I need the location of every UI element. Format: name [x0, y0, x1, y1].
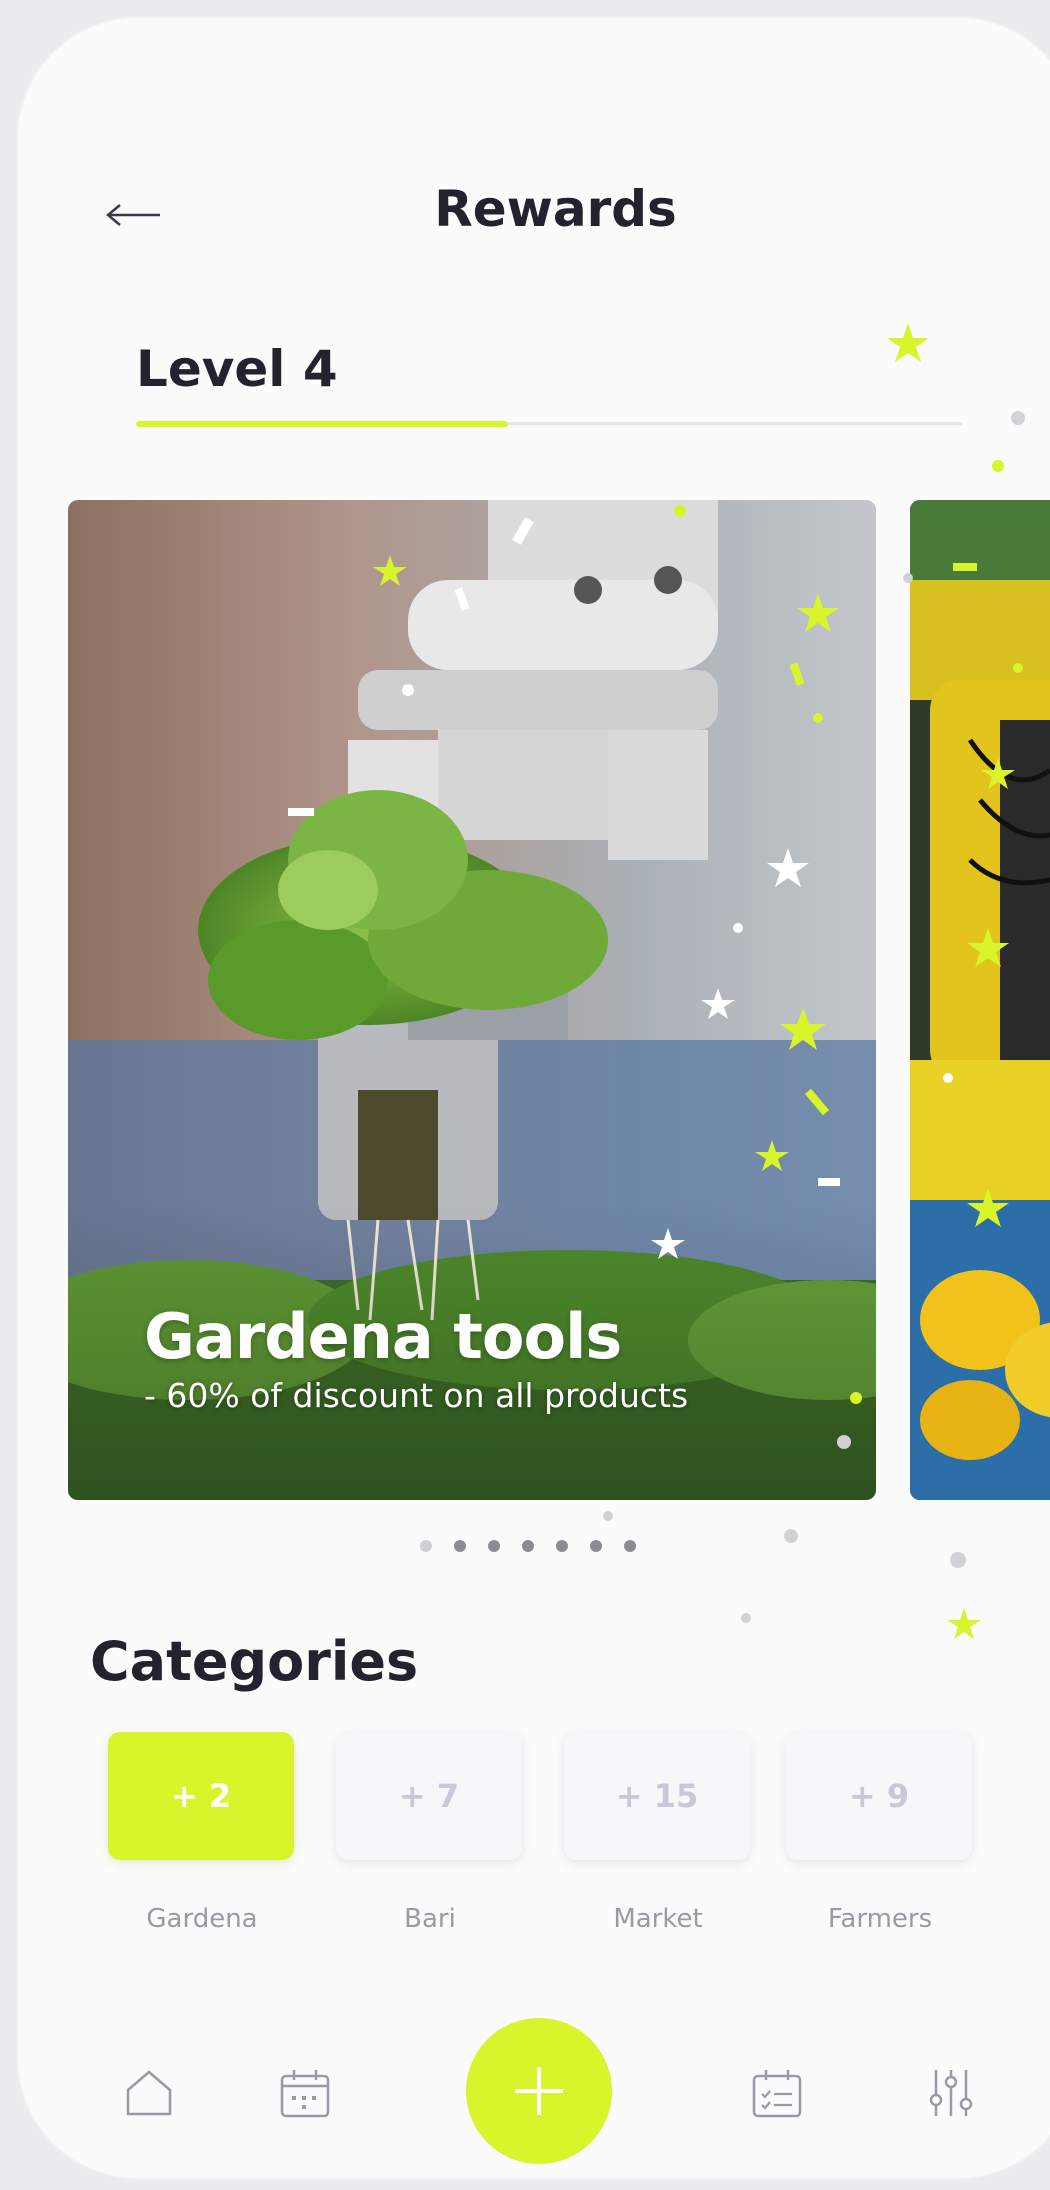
phone-screen: Rewards Level 4 Gardena tools - 60% of d…: [18, 18, 1050, 2178]
pagination-dot[interactable]: [420, 1540, 432, 1552]
pagination-dot[interactable]: [624, 1540, 636, 1552]
categories-title: Categories: [90, 1630, 419, 1693]
bottom-tab-bar: [18, 2018, 1050, 2178]
pagination-dot[interactable]: [590, 1540, 602, 1552]
category-market: + 15 Market: [564, 1732, 752, 1934]
category-bari: + 7 Bari: [336, 1732, 524, 1934]
reward-subtitle: - 60% of discount on all products: [144, 1376, 689, 1415]
add-button[interactable]: [466, 2018, 612, 2164]
reward-card[interactable]: Gardena tools - 60% of discount on all p…: [68, 500, 876, 1500]
reward-card-next[interactable]: [910, 500, 1050, 1500]
pagination-dot[interactable]: [454, 1540, 466, 1552]
tab-filters[interactable]: [916, 2058, 986, 2128]
category-label: Bari: [404, 1904, 456, 1934]
yellow-peppers-robot-photo: [910, 500, 1050, 1500]
calendar-check-icon: [752, 2070, 802, 2118]
page-title: Rewards: [434, 180, 677, 238]
tab-tasks[interactable]: [742, 2058, 812, 2128]
pagination-dot[interactable]: [488, 1540, 500, 1552]
pagination-dot[interactable]: [556, 1540, 568, 1552]
category-label: Farmers: [827, 1904, 933, 1934]
category-farmers-button[interactable]: + 9: [786, 1732, 972, 1860]
tab-calendar[interactable]: [270, 2058, 340, 2128]
category-gardena-button[interactable]: + 2: [108, 1732, 294, 1860]
filters-icon: [929, 2070, 973, 2116]
add-icon: [515, 2067, 563, 2115]
level-progress-bar: [136, 421, 962, 427]
pagination-dot[interactable]: [522, 1540, 534, 1552]
level-label: Level 4: [136, 340, 338, 398]
calendar-icon: [280, 2070, 330, 2118]
level-progress-fill: [136, 421, 508, 427]
carousel-pagination: [420, 1540, 636, 1556]
home-icon: [126, 2070, 172, 2116]
category-bari-button[interactable]: + 7: [336, 1732, 522, 1860]
category-gardena: + 2 Gardena: [108, 1732, 296, 1934]
category-label: Gardena: [146, 1904, 258, 1934]
category-market-button[interactable]: + 15: [564, 1732, 750, 1860]
categories-list: + 2 Gardena + 7 Bari + 15 Market + 9 Far…: [108, 1732, 1028, 1952]
tab-home[interactable]: [114, 2058, 184, 2128]
category-label: Market: [613, 1904, 703, 1934]
reward-title: Gardena tools: [144, 1300, 622, 1373]
category-farmers: + 9 Farmers: [786, 1732, 974, 1934]
